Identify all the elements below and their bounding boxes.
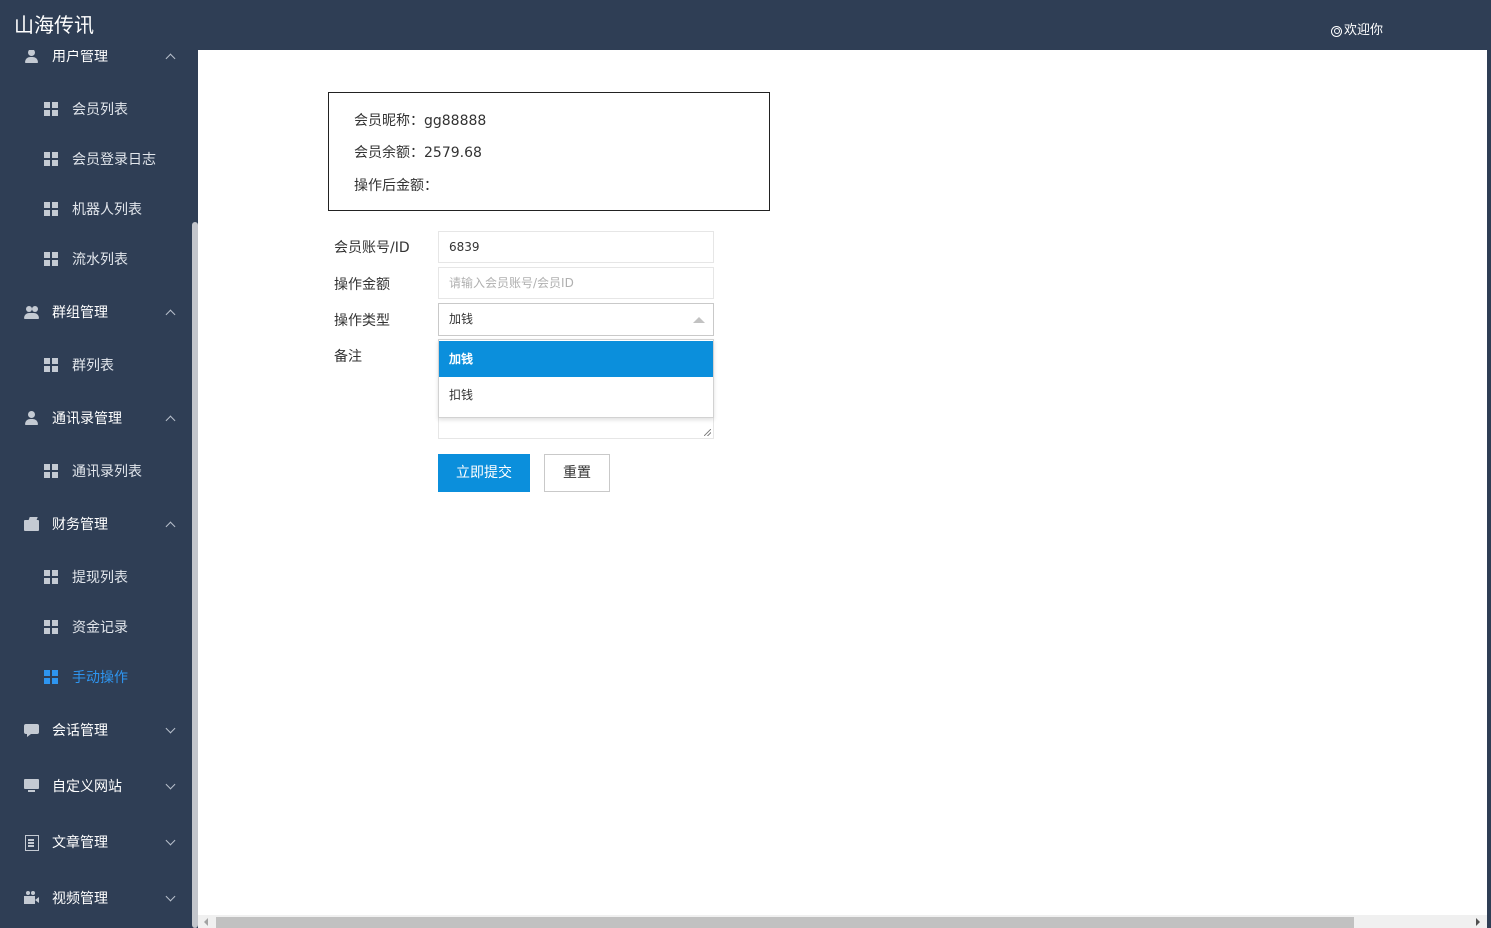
top-header: 山海传讯 欢迎你	[0, 0, 1491, 50]
nickname-value: gg88888	[424, 113, 487, 129]
horizontal-scrollbar[interactable]	[198, 915, 1487, 928]
grid-icon	[44, 202, 58, 216]
account-label: 会员账号/ID	[334, 240, 410, 256]
sidebar-item-member-login-log[interactable]: 会员登录日志	[0, 134, 192, 184]
member-info-box: 会员昵称：gg88888 会员余额：2579.68 操作后金额：	[328, 92, 770, 211]
sidebar-item-contacts-list[interactable]: 通讯录列表	[0, 446, 192, 496]
resize-grip-icon[interactable]	[704, 429, 711, 436]
wallet-icon	[24, 517, 39, 531]
menu-label: 通讯录管理	[52, 411, 122, 427]
menu-finance-management[interactable]: 财务管理	[0, 496, 192, 552]
sidebar-item-label: 会员登录日志	[72, 152, 156, 168]
type-option-add[interactable]: 加钱	[439, 341, 713, 377]
grid-icon	[44, 620, 58, 634]
menu-label: 财务管理	[52, 517, 108, 533]
sidebar-item-label: 通讯录列表	[72, 464, 142, 480]
document-icon	[24, 835, 39, 851]
after-amount-label: 操作后金额：	[354, 178, 438, 194]
sidebar-item-label: 资金记录	[72, 620, 128, 636]
balance-value: 2579.68	[424, 145, 482, 161]
after-amount-row: 操作后金额：	[354, 175, 438, 195]
video-icon	[24, 891, 39, 905]
menu-video-management[interactable]: 视频管理	[0, 870, 192, 926]
menu-contacts-management[interactable]: 通讯录管理	[0, 390, 192, 446]
balance-row: 会员余额：2579.68	[354, 142, 482, 162]
app-logo-title: 山海传讯	[14, 13, 94, 37]
menu-label: 用户管理	[52, 50, 108, 65]
remark-label: 备注	[334, 349, 362, 365]
grid-icon	[44, 670, 58, 684]
user-circle-icon	[1331, 25, 1342, 37]
chevron-up-icon	[165, 415, 176, 425]
grid-icon	[44, 358, 58, 372]
nickname-row: 会员昵称：gg88888	[354, 110, 486, 130]
chevron-up-icon	[165, 53, 176, 63]
monitor-icon	[24, 779, 39, 793]
menu-custom-website[interactable]: 自定义网站	[0, 758, 192, 814]
type-option-deduct[interactable]: 扣钱	[439, 377, 713, 413]
sidebar-item-label: 流水列表	[72, 252, 128, 268]
menu-label: 自定义网站	[52, 779, 122, 795]
welcome-text: 欢迎你	[1344, 23, 1384, 38]
menu-label: 群组管理	[52, 305, 108, 321]
chevron-down-icon	[165, 835, 176, 845]
sidebar-item-group-list[interactable]: 群列表	[0, 340, 192, 390]
sidebar: 用户管理 会员列表 会员登录日志 机器人列表 流水列表 群组管理 群列表 通讯录…	[0, 50, 192, 928]
reset-button[interactable]: 重置	[544, 454, 610, 492]
sidebar-scrollbar[interactable]	[192, 50, 198, 928]
grid-icon	[44, 102, 58, 116]
horizontal-scrollbar-thumb[interactable]	[216, 917, 1354, 928]
grid-icon	[44, 252, 58, 266]
sidebar-item-label: 提现列表	[72, 570, 128, 586]
scroll-left-icon[interactable]	[204, 918, 208, 926]
sidebar-item-withdraw-list[interactable]: 提现列表	[0, 552, 192, 602]
menu-label: 视频管理	[52, 891, 108, 907]
type-dropdown-list: 加钱 扣钱	[438, 339, 714, 418]
group-icon	[24, 305, 39, 319]
type-select[interactable]: 加钱	[438, 303, 714, 336]
grid-icon	[44, 152, 58, 166]
sidebar-item-fund-records[interactable]: 资金记录	[0, 602, 192, 652]
sidebar-item-label: 会员列表	[72, 102, 128, 118]
window-edge	[1487, 0, 1491, 928]
submit-button[interactable]: 立即提交	[438, 454, 530, 492]
caret-up-icon	[693, 317, 705, 323]
sidebar-item-label: 群列表	[72, 358, 114, 374]
chevron-up-icon	[165, 521, 176, 531]
menu-group-management[interactable]: 群组管理	[0, 284, 192, 340]
sidebar-item-label: 机器人列表	[72, 202, 142, 218]
sidebar-item-label: 手动操作	[72, 670, 128, 686]
type-label: 操作类型	[334, 313, 390, 329]
amount-label: 操作金额	[334, 277, 390, 293]
sidebar-item-member-list[interactable]: 会员列表	[0, 84, 192, 134]
nickname-label: 会员昵称：	[354, 113, 424, 129]
account-field[interactable]	[438, 231, 714, 263]
menu-label: 会话管理	[52, 723, 108, 739]
chevron-down-icon	[165, 779, 176, 789]
sidebar-item-robot-list[interactable]: 机器人列表	[0, 184, 192, 234]
chevron-down-icon	[165, 723, 176, 733]
sidebar-scrollbar-thumb[interactable]	[192, 222, 198, 928]
scroll-right-icon[interactable]	[1476, 918, 1480, 926]
chat-icon	[24, 723, 39, 737]
sidebar-item-manual-operation[interactable]: 手动操作	[0, 652, 192, 702]
user-welcome[interactable]: 欢迎你	[1331, 22, 1383, 40]
chevron-down-icon	[165, 891, 176, 901]
contact-icon	[24, 411, 39, 425]
chevron-up-icon	[165, 309, 176, 319]
grid-icon	[44, 570, 58, 584]
type-select-value: 加钱	[449, 312, 474, 326]
menu-session-management[interactable]: 会话管理	[0, 702, 192, 758]
amount-field[interactable]	[438, 267, 714, 299]
user-icon	[24, 50, 39, 63]
grid-icon	[44, 464, 58, 478]
menu-user-management[interactable]: 用户管理	[0, 50, 192, 68]
menu-label: 文章管理	[52, 835, 108, 851]
sidebar-item-flow-list[interactable]: 流水列表	[0, 234, 192, 284]
balance-label: 会员余额：	[354, 145, 424, 161]
menu-article-management[interactable]: 文章管理	[0, 814, 192, 870]
